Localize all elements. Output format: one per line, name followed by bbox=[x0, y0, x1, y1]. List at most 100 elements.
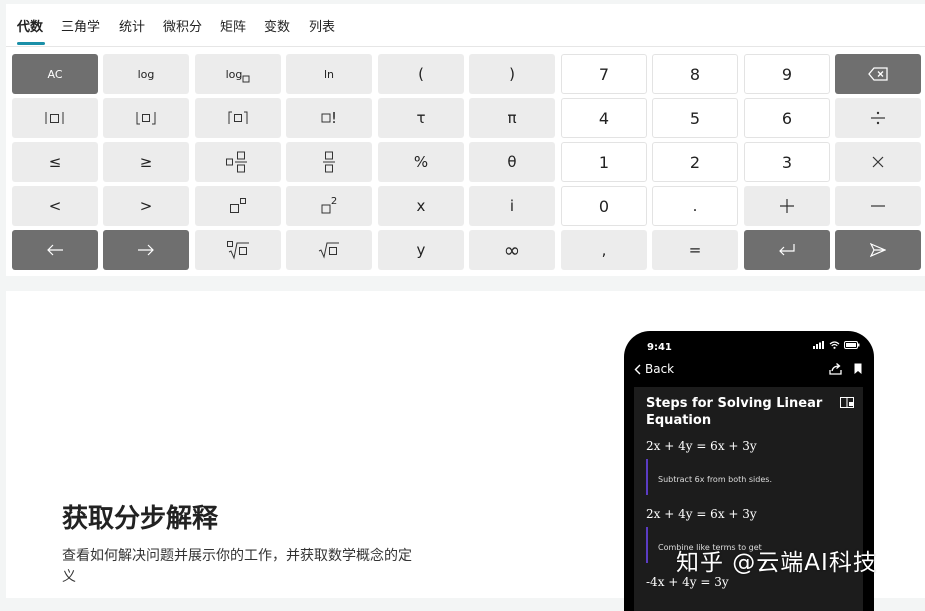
bookmark-icon[interactable] bbox=[854, 363, 862, 375]
tab-list[interactable]: 列表 bbox=[309, 16, 335, 35]
submit-button[interactable] bbox=[835, 230, 921, 270]
factorial-label: ! bbox=[330, 109, 337, 127]
share-icon[interactable] bbox=[829, 363, 842, 375]
multiply-icon bbox=[872, 156, 884, 168]
mixed-fraction-button[interactable] bbox=[195, 142, 281, 182]
box-placeholder-icon bbox=[321, 113, 331, 123]
tab-bar: 代数 三角学 统计 微积分 矩阵 变数 列表 bbox=[6, 4, 925, 47]
enter-icon bbox=[779, 244, 795, 256]
minus-button[interactable] bbox=[835, 186, 921, 226]
key-0[interactable]: 0 bbox=[561, 186, 647, 226]
feature-description: 查看如何解决问题并展示你的工作，并获取数学概念的定义 bbox=[62, 548, 412, 585]
arrow-right-icon bbox=[138, 244, 154, 256]
x-variable-button[interactable]: x bbox=[378, 186, 464, 226]
tau-button[interactable]: τ bbox=[378, 98, 464, 138]
key-3[interactable]: 3 bbox=[744, 142, 830, 182]
tab-trigonometry[interactable]: 三角学 bbox=[61, 16, 100, 35]
send-icon bbox=[870, 243, 886, 257]
phone-time: 9:41 bbox=[647, 342, 672, 353]
arrow-left-icon bbox=[47, 244, 63, 256]
log-base-button[interactable]: log bbox=[195, 54, 281, 94]
greater-than-button[interactable]: > bbox=[103, 186, 189, 226]
chevron-left-icon bbox=[634, 364, 641, 374]
percent-button[interactable]: % bbox=[378, 142, 464, 182]
power-icon bbox=[230, 198, 246, 213]
comma-button[interactable]: , bbox=[561, 230, 647, 270]
cursor-right-button[interactable] bbox=[103, 230, 189, 270]
imaginary-i-button[interactable]: i bbox=[469, 186, 555, 226]
key-1[interactable]: 1 bbox=[561, 142, 647, 182]
cursor-left-button[interactable] bbox=[12, 230, 98, 270]
active-tab-indicator bbox=[17, 42, 45, 45]
greater-equal-button[interactable]: ≥ bbox=[103, 142, 189, 182]
right-paren-button[interactable]: ) bbox=[469, 54, 555, 94]
tab-algebra[interactable]: 代数 bbox=[17, 16, 43, 35]
wifi-icon bbox=[829, 341, 840, 349]
battery-icon bbox=[844, 341, 860, 349]
tab-matrix[interactable]: 矩阵 bbox=[220, 16, 246, 35]
key-4[interactable]: 4 bbox=[561, 98, 647, 138]
equals-button[interactable]: = bbox=[652, 230, 738, 270]
all-clear-button[interactable]: AC bbox=[12, 54, 98, 94]
square-root-icon bbox=[318, 242, 339, 259]
square-button[interactable]: 2 bbox=[286, 186, 372, 226]
ln-button[interactable]: ln bbox=[286, 54, 372, 94]
floor-button[interactable] bbox=[103, 98, 189, 138]
signal-icon bbox=[813, 341, 824, 349]
tab-variables[interactable]: 变数 bbox=[264, 16, 290, 35]
factorial-button[interactable]: ! bbox=[286, 98, 372, 138]
divide-button[interactable] bbox=[835, 98, 921, 138]
divide-icon bbox=[871, 111, 885, 125]
plus-button[interactable] bbox=[744, 186, 830, 226]
back-label: Back bbox=[645, 362, 675, 376]
y-variable-button[interactable]: y bbox=[378, 230, 464, 270]
equation-step-1: 2x + 4y = 6x + 3y bbox=[646, 439, 757, 453]
theta-button[interactable]: θ bbox=[469, 142, 555, 182]
key-7[interactable]: 7 bbox=[561, 54, 647, 94]
left-paren-button[interactable]: ( bbox=[378, 54, 464, 94]
square-root-button[interactable] bbox=[286, 230, 372, 270]
key-6[interactable]: 6 bbox=[744, 98, 830, 138]
log-button[interactable]: log bbox=[103, 54, 189, 94]
fraction-button[interactable] bbox=[286, 142, 372, 182]
key-2[interactable]: 2 bbox=[652, 142, 738, 182]
equation-step-3: -4x + 4y = 3y bbox=[646, 575, 729, 589]
steps-title: Steps for Solving Linear Equation bbox=[646, 396, 823, 428]
nth-root-button[interactable] bbox=[195, 230, 281, 270]
infinity-button[interactable]: ∞ bbox=[469, 230, 555, 270]
step-description-1: Subtract 6x from both sides. bbox=[658, 475, 772, 484]
mixed-fraction-icon bbox=[226, 151, 247, 173]
power-button[interactable] bbox=[195, 186, 281, 226]
box-placeholder-icon bbox=[242, 75, 250, 82]
multiply-button[interactable] bbox=[835, 142, 921, 182]
less-than-button[interactable]: < bbox=[12, 186, 98, 226]
ceiling-button[interactable] bbox=[195, 98, 281, 138]
backspace-button[interactable] bbox=[835, 54, 921, 94]
back-button[interactable]: Back bbox=[634, 362, 674, 376]
document-icon[interactable] bbox=[840, 397, 855, 409]
phone-status-bar bbox=[813, 341, 860, 349]
less-equal-button[interactable]: ≤ bbox=[12, 142, 98, 182]
key-5[interactable]: 5 bbox=[652, 98, 738, 138]
absolute-value-button[interactable] bbox=[12, 98, 98, 138]
pi-button[interactable]: π bbox=[469, 98, 555, 138]
absolute-value-icon bbox=[45, 112, 64, 124]
step-indicator bbox=[646, 527, 648, 563]
decimal-point-button[interactable]: . bbox=[652, 186, 738, 226]
floor-icon bbox=[136, 112, 156, 125]
feature-heading: 获取分步解释 bbox=[62, 504, 219, 534]
key-8[interactable]: 8 bbox=[652, 54, 738, 94]
backspace-icon bbox=[868, 67, 888, 81]
plus-icon bbox=[780, 199, 794, 213]
fraction-icon bbox=[323, 151, 335, 173]
minus-icon bbox=[871, 205, 885, 207]
enter-button[interactable] bbox=[744, 230, 830, 270]
solution-steps-card: Steps for Solving Linear Equation 2x + 4… bbox=[634, 387, 863, 611]
tab-statistics[interactable]: 统计 bbox=[119, 16, 145, 35]
log-base-label: log bbox=[225, 67, 243, 81]
box-placeholder-icon bbox=[321, 204, 331, 214]
key-9[interactable]: 9 bbox=[744, 54, 830, 94]
ceiling-icon bbox=[228, 111, 248, 124]
watermark: 知乎 @云端AI科技 bbox=[676, 550, 877, 576]
tab-calculus[interactable]: 微积分 bbox=[163, 16, 202, 35]
